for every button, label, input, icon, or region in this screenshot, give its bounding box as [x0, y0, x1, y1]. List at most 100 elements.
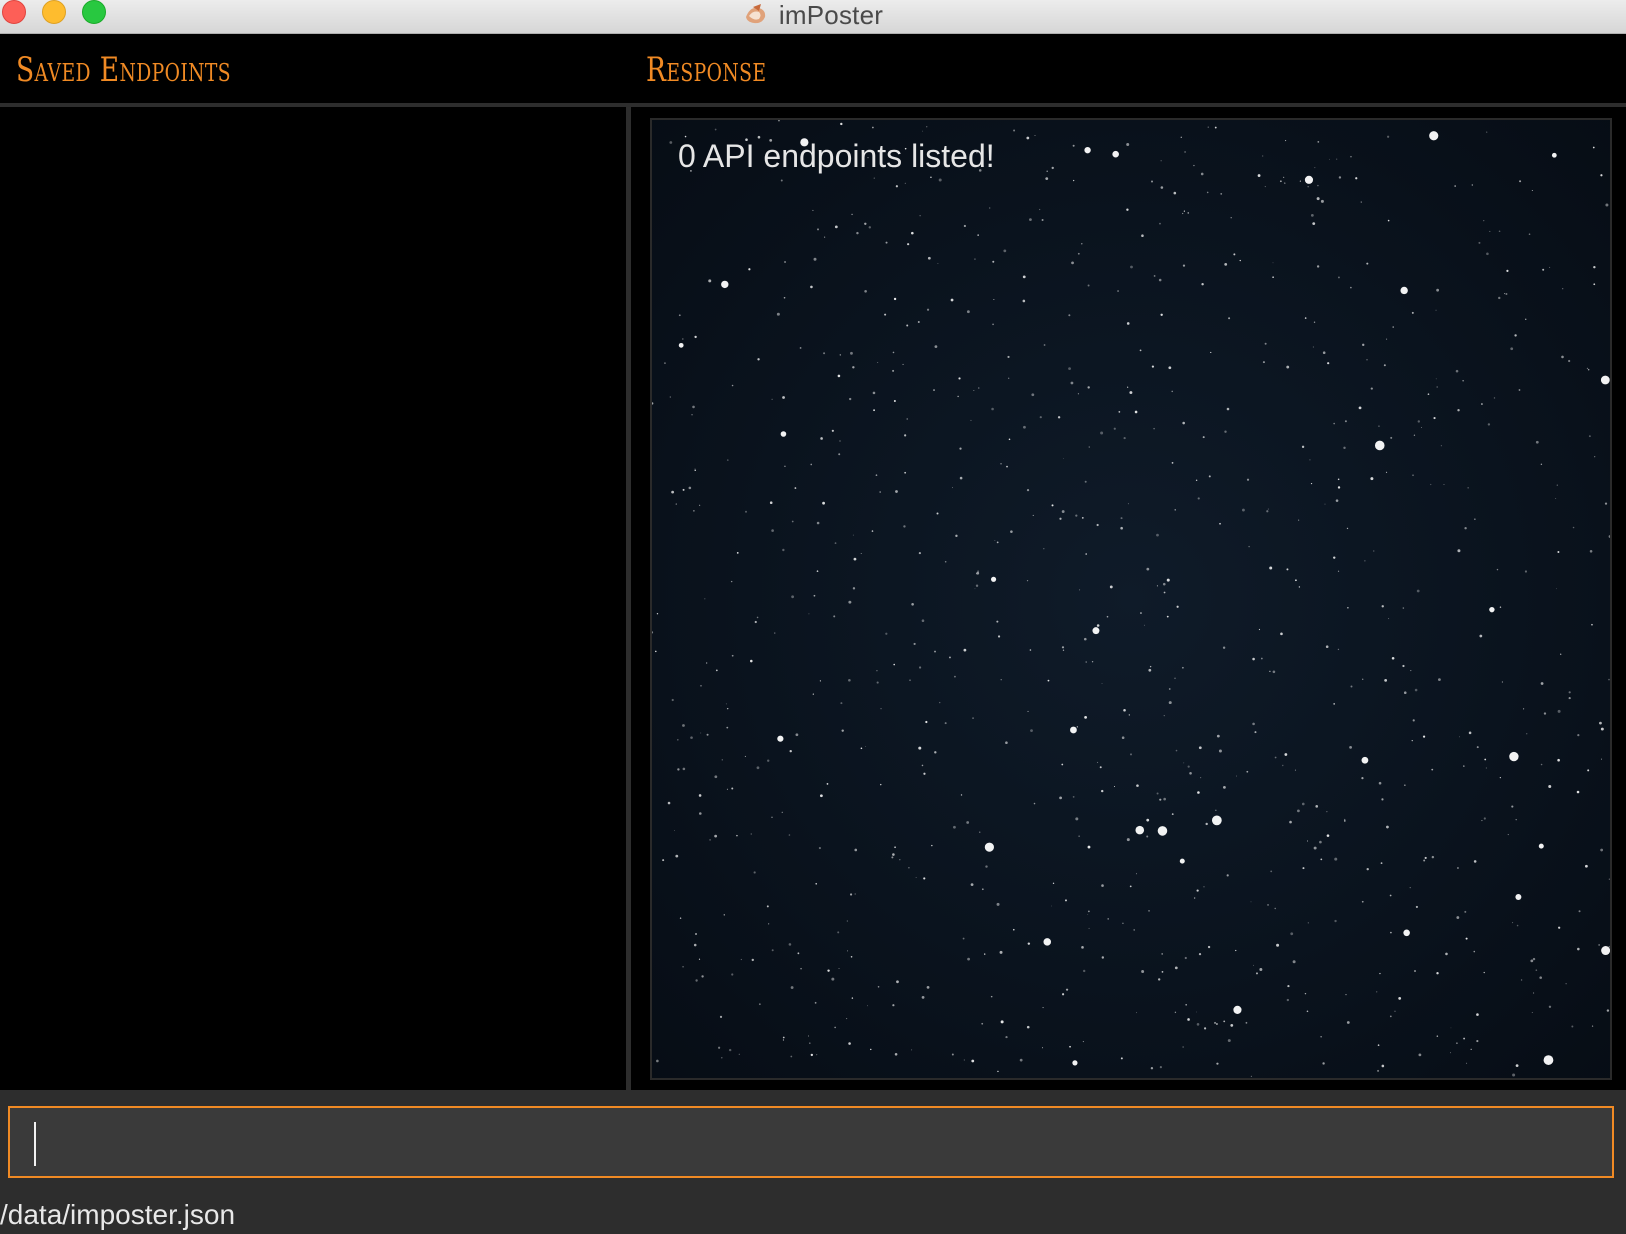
- star: [1193, 897, 1196, 899]
- star: [1026, 580, 1029, 582]
- star: [1556, 588, 1558, 590]
- star: [1065, 988, 1069, 991]
- command-input[interactable]: [10, 1108, 1612, 1176]
- star: [1022, 275, 1026, 279]
- star: [1196, 1011, 1198, 1013]
- star: [1180, 136, 1182, 139]
- star: [767, 759, 770, 762]
- star: [714, 775, 718, 779]
- star: [1608, 678, 1610, 681]
- star: [1135, 825, 1145, 835]
- star: [1197, 791, 1200, 794]
- star: [1120, 1057, 1123, 1060]
- star: [885, 241, 888, 244]
- star: [694, 469, 696, 472]
- star: [973, 389, 975, 391]
- star: [1329, 158, 1330, 160]
- star: [771, 398, 773, 400]
- star: [1394, 1010, 1396, 1012]
- star: [1084, 480, 1087, 483]
- star: [854, 848, 858, 852]
- response-pane: 0 API endpoints listed!: [650, 118, 1612, 1080]
- star: [812, 209, 814, 212]
- star: [1022, 299, 1026, 303]
- star: [1489, 606, 1495, 613]
- star: [1239, 259, 1241, 262]
- star: [1591, 1025, 1594, 1027]
- star: [1333, 556, 1336, 559]
- star: [699, 504, 701, 506]
- star: [1274, 756, 1277, 759]
- star: [1126, 208, 1129, 211]
- star: [1304, 992, 1307, 995]
- panel-divider[interactable]: [626, 104, 631, 1090]
- star: [1252, 722, 1255, 726]
- star: [682, 724, 685, 727]
- star: [1184, 151, 1186, 153]
- star: [1008, 438, 1011, 441]
- star: [1411, 311, 1414, 314]
- star: [1096, 523, 1099, 527]
- star: [1548, 1005, 1552, 1008]
- star: [1174, 677, 1176, 680]
- star: [1200, 172, 1204, 176]
- star: [1136, 784, 1139, 787]
- star: [1043, 344, 1046, 346]
- star: [1000, 1020, 1004, 1024]
- star: [1306, 1010, 1309, 1013]
- star: [799, 347, 802, 349]
- star: [1362, 343, 1365, 347]
- star: [656, 613, 659, 615]
- star: [1476, 1013, 1479, 1016]
- star: [1507, 834, 1509, 836]
- saved-endpoints-list[interactable]: [0, 107, 626, 1090]
- star: [1272, 262, 1274, 264]
- star: [816, 1054, 818, 1056]
- star: [1519, 180, 1522, 183]
- star: [1000, 679, 1002, 681]
- star: [725, 703, 727, 705]
- star: [1374, 440, 1385, 451]
- star: [997, 1070, 999, 1073]
- star: [1577, 734, 1580, 737]
- star: [758, 1003, 761, 1006]
- star: [903, 525, 906, 528]
- star: [923, 772, 926, 775]
- star: [1403, 691, 1407, 695]
- star: [823, 352, 826, 355]
- star: [1270, 870, 1273, 873]
- star: [1355, 177, 1358, 180]
- star: [1160, 313, 1163, 316]
- star: [1216, 734, 1220, 738]
- star: [1591, 623, 1593, 626]
- star: [782, 1036, 785, 1039]
- star: [1378, 781, 1382, 785]
- star: [1479, 634, 1483, 638]
- star: [1380, 862, 1383, 864]
- response-message: 0 API endpoints listed!: [678, 138, 995, 174]
- star: [1140, 612, 1142, 614]
- star: [1027, 710, 1029, 712]
- star: [1158, 278, 1162, 282]
- star: [931, 844, 933, 847]
- star: [1320, 858, 1323, 861]
- star: [1411, 740, 1413, 742]
- star: [1386, 825, 1389, 829]
- star: [992, 323, 994, 326]
- star: [1262, 155, 1264, 157]
- command-box[interactable]: [8, 1106, 1614, 1178]
- star: [1216, 1062, 1219, 1065]
- star: [736, 834, 738, 837]
- star: [1344, 820, 1346, 822]
- star: [1282, 764, 1284, 767]
- star: [1381, 798, 1384, 801]
- star: [682, 338, 684, 340]
- star: [1370, 387, 1373, 390]
- star: [1410, 670, 1412, 672]
- star: [1337, 648, 1340, 651]
- star: [1254, 731, 1257, 734]
- star: [1402, 607, 1405, 609]
- star: [1246, 770, 1249, 773]
- star: [974, 258, 976, 260]
- star: [723, 914, 725, 916]
